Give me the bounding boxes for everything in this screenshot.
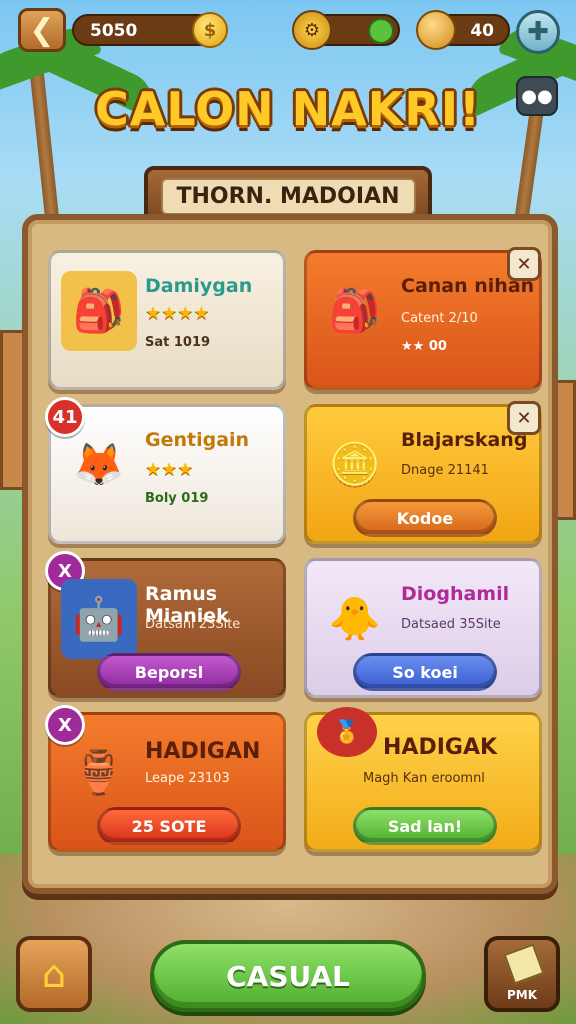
treasure-pot-icon: 🏺 — [72, 748, 126, 797]
coin-value: 5050 — [90, 21, 138, 41]
coin-counter: 5050 $ — [72, 12, 228, 48]
energy-counter: ⚙ — [292, 10, 400, 50]
fox-character-icon: 🦊 — [72, 440, 126, 489]
cart-icon[interactable]: ⚙ — [292, 10, 332, 50]
robot-machine-icon: 🤖 — [61, 579, 137, 659]
card-meta: Leape 23103 — [145, 771, 230, 786]
mode-card[interactable]: 🏅 HADIGAK Magh Kan eroomnl Sad lan! — [304, 707, 542, 852]
subtitle-text: THORN. MADOIAN — [160, 177, 416, 215]
card-grid: 🎒 Damiygan ★★★★ Sat 1019 ✕ 🎒 Canan nihan… — [45, 247, 544, 852]
card-title: Blajarskang — [401, 429, 528, 451]
card-title: Damiygan — [145, 275, 253, 297]
backpack-icon: 🎒 — [61, 271, 137, 351]
top-bar: ❮ 5050 $ ⚙ 40 ✚ — [0, 6, 576, 56]
chick-character-icon: 🐥 — [328, 594, 382, 643]
rucksack-icon: 🎒 — [328, 286, 382, 335]
star-rating: ★★ 00 — [401, 339, 447, 354]
mode-card[interactable]: 🎒 Damiygan ★★★★ Sat 1019 — [48, 250, 286, 390]
play-button[interactable]: Kodoe — [353, 499, 497, 537]
card-meta: Boly 019 — [145, 491, 209, 506]
mode-card[interactable]: X 🤖 Ramus Mianiek Datsani 23Site Beporsl — [45, 551, 286, 698]
mode-card[interactable]: 41 🦊 Gentigain ★★★ Boly 019 — [45, 397, 286, 544]
mode-card[interactable]: ✕ 🎒 Canan nihan Catent 2/10 ★★ 00 — [304, 247, 542, 390]
game-title: CALON NAKRI! — [95, 82, 481, 136]
card-title: HADIGAK — [383, 735, 498, 760]
home-button[interactable]: ⌂ — [16, 936, 92, 1012]
settings-button[interactable]: ✚ — [516, 10, 560, 54]
mode-board: 🎒 Damiygan ★★★★ Sat 1019 ✕ 🎒 Canan nihan… — [22, 214, 558, 894]
card-title: Gentigain — [145, 429, 250, 451]
settings-gear-icon: ✚ — [527, 17, 549, 47]
card-meta: Datsani 23Site — [145, 617, 241, 632]
play-button[interactable]: Sad lan! — [353, 807, 497, 845]
card-title: Dioghamil — [401, 583, 510, 605]
mode-card[interactable]: 🐥 Dioghamil Datsaed 35Site So koei — [304, 558, 542, 698]
gem-counter: 40 — [416, 10, 510, 50]
home-icon: ⌂ — [41, 952, 67, 996]
play-button[interactable]: So koei — [353, 653, 497, 691]
card-meta: Dnage 21141 — [401, 463, 489, 478]
gem-value: 40 — [470, 21, 494, 41]
coin-icon: $ — [192, 12, 228, 48]
ribbon-badge-icon: 🏅 — [317, 707, 377, 757]
gold-coins-icon: 🪙 — [328, 440, 382, 489]
card-meta: Sat 1019 — [145, 335, 211, 350]
card-title: Canan nihan — [401, 275, 535, 297]
card-title: HADIGAN — [145, 739, 261, 764]
mode-card[interactable]: X 🏺 HADIGAN Leape 23103 25 SOTE — [45, 705, 286, 852]
back-button[interactable]: ❮ — [18, 8, 66, 52]
card-meta: Datsaed 35Site — [401, 617, 501, 632]
mode-card[interactable]: ✕ 🪙 Blajarskang Dnage 21141 Kodoe — [304, 401, 542, 544]
ticket-icon — [503, 943, 545, 985]
play-button[interactable]: Beporsl — [97, 653, 241, 691]
back-arrow-icon: ❮ — [29, 12, 55, 48]
casual-mode-button[interactable]: CASUAL — [150, 940, 426, 1012]
star-rating: ★★★ — [145, 459, 194, 480]
card-meta: Magh Kan eroomnl — [363, 771, 485, 786]
shop-button[interactable]: PMK — [484, 936, 560, 1012]
smiley-icon — [368, 18, 394, 44]
play-button[interactable]: 25 SOTE — [97, 807, 241, 845]
gem-icon — [416, 10, 456, 50]
shop-label: PMK — [506, 988, 538, 1002]
star-rating: ★★★★ — [145, 303, 210, 324]
card-meta: Catent 2/10 — [401, 311, 478, 326]
